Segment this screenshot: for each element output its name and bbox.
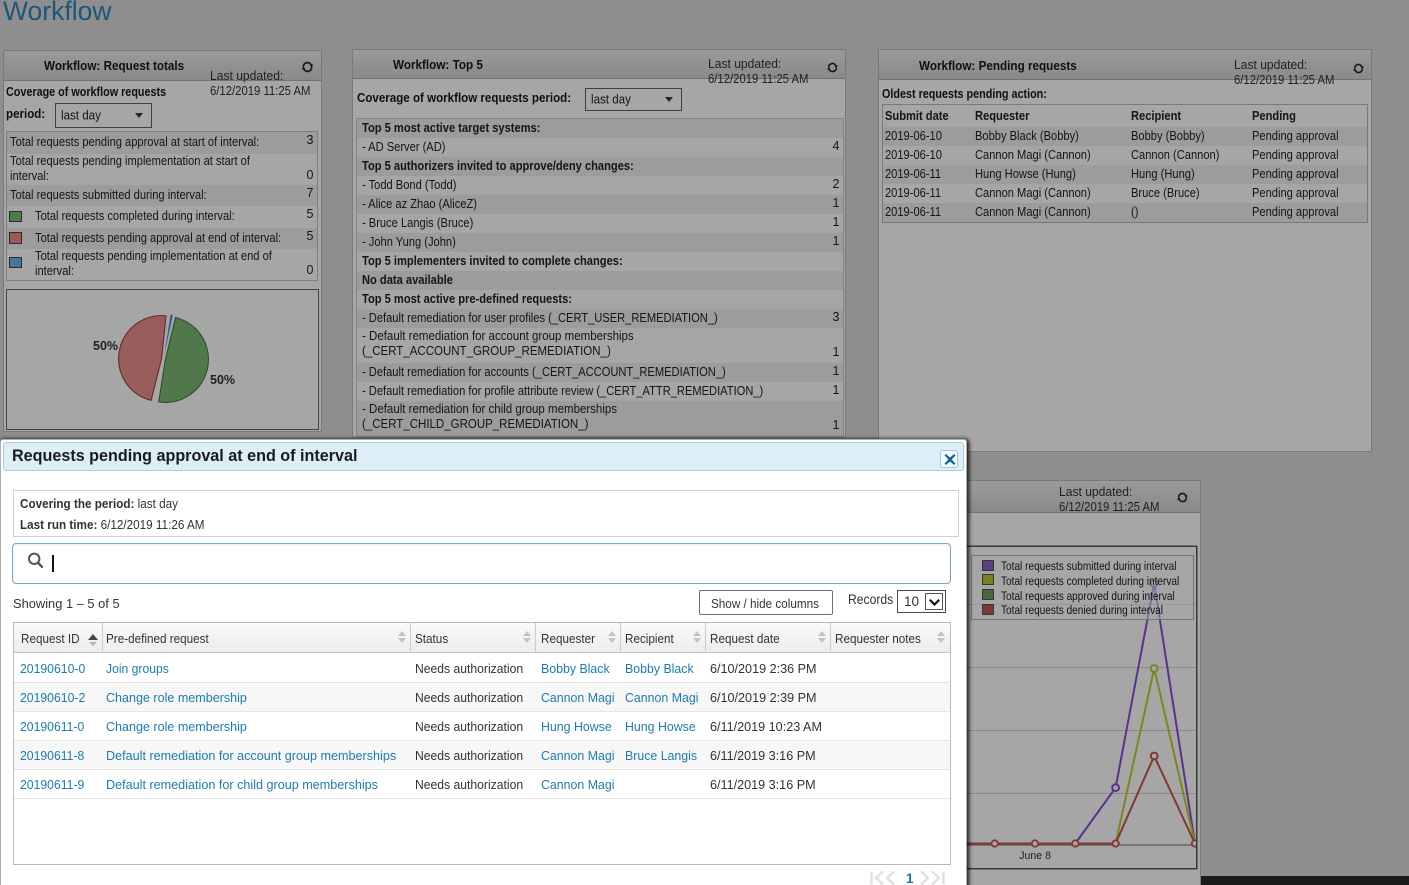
svg-text:1: 1 [906, 871, 914, 885]
